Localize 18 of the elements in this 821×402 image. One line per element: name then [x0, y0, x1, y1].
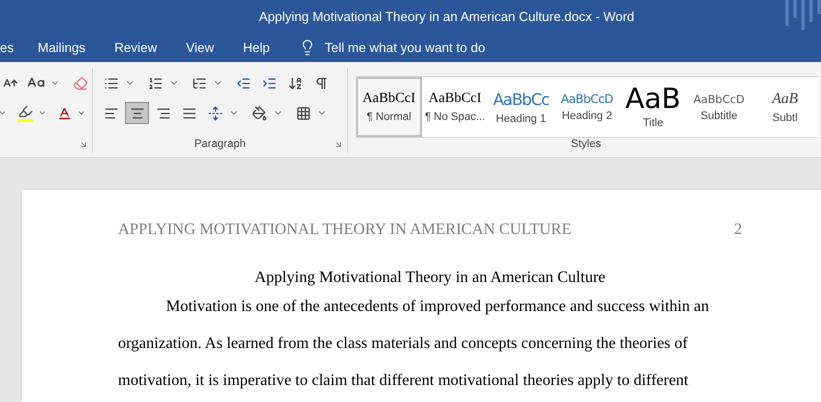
ribbon-tab[interactable]: Review — [114, 36, 158, 58]
tell-me-field[interactable]: Tell me what you want to do — [324, 40, 525, 54]
alignment-icon[interactable] — [125, 102, 149, 124]
window-title: Applying Motivational Theory in an American Culture.docx - Word — [259, 8, 634, 24]
running-head: APPLYING MOTIVATIONAL THEORY IN AMERICAN CULTURE — [118, 220, 572, 240]
group-label: Styles — [571, 138, 601, 152]
style-gallery-item[interactable]: AaBbCcI ¶ Normal — [356, 77, 422, 137]
ribbon-tab[interactable]: Mailings — [38, 36, 86, 58]
dialog-launcher-icon[interactable] — [79, 140, 88, 149]
dialog-launcher-icon[interactable] — [334, 140, 343, 149]
decorative-lines-drawing — [783, 0, 821, 32]
ribbon-tab[interactable]: es — [0, 36, 14, 58]
ribbon-tab[interactable]: View — [186, 36, 214, 58]
page-number: 2 — [734, 220, 742, 240]
ribbon-tab[interactable]: Help — [243, 36, 270, 58]
group-label: Paragraph — [194, 138, 246, 152]
body-paragraph: Motivation is one of the antecedents of improved performance and success within an organization. As learned from the class materials and concepts concerning the theories of motivation, it is imperative to claim that different motivational theories apply to different — [118, 297, 710, 391]
document-title: Applying Motivational Theory in an American Culture — [254, 268, 606, 288]
